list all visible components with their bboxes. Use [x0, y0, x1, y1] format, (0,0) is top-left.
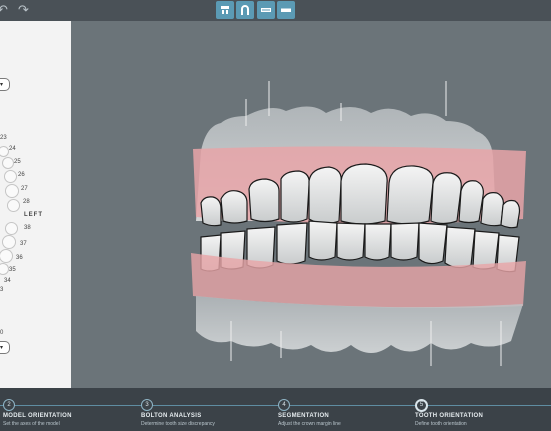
- lower-jaw-icon: [281, 8, 291, 12]
- tooth-number: 34: [4, 278, 11, 284]
- front-view-icon: [221, 6, 229, 14]
- tooth-circle[interactable]: [7, 199, 20, 212]
- step-number: 4: [278, 399, 290, 411]
- tooth-circle[interactable]: [2, 235, 16, 249]
- undo-icon[interactable]: ↶: [0, 3, 8, 17]
- step-number: 2: [3, 399, 15, 411]
- redo-icon[interactable]: ↷: [18, 3, 29, 17]
- step-title: SEGMENTATION: [278, 413, 330, 419]
- tooth-number: 37: [20, 241, 27, 247]
- arch-view-icon: [241, 5, 249, 15]
- upper-jaw-icon: [261, 8, 271, 12]
- tooth-circle[interactable]: [4, 170, 17, 183]
- lower-arch-dropdown[interactable]: ▾: [0, 341, 10, 354]
- 3d-viewport[interactable]: [71, 21, 551, 388]
- workflow-steps-bar: 2 MODEL ORIENTATION Set the axes of the …: [0, 388, 551, 431]
- step-subtitle: Define tooth orientation: [415, 421, 467, 427]
- step-title: TOOTH ORIENTATION: [415, 413, 484, 419]
- progress-line: [0, 405, 551, 406]
- lower-jaw-button[interactable]: [277, 1, 295, 19]
- tooth-number: 35: [9, 267, 16, 273]
- step-number: 3: [141, 399, 153, 411]
- tooth-number: 36: [16, 255, 23, 261]
- tooth-circle[interactable]: [5, 222, 18, 235]
- tooth-number: 38: [24, 225, 31, 231]
- chevron-down-icon: ▾: [0, 345, 4, 351]
- tooth-circle[interactable]: [0, 263, 9, 275]
- tooth-number: 0: [0, 330, 4, 336]
- tooth-circle[interactable]: [0, 146, 9, 157]
- side-label: LEFT: [24, 212, 43, 218]
- tooth-number: 24: [9, 146, 16, 152]
- tooth-circle[interactable]: [0, 249, 13, 263]
- step-subtitle: Adjust the crown margin line: [278, 421, 341, 427]
- step-title: MODEL ORIENTATION: [3, 413, 72, 419]
- tooth-number: 25: [14, 159, 21, 165]
- tooth-number: 28: [23, 199, 30, 205]
- front-view-button[interactable]: [216, 1, 234, 19]
- arch-view-button[interactable]: [236, 1, 254, 19]
- tooth-number: 3: [0, 287, 4, 293]
- step-subtitle: Set the axes of the model: [3, 421, 60, 427]
- chevron-down-icon: ▾: [0, 82, 4, 88]
- step-subtitle: Determine tooth size discrepancy: [141, 421, 215, 427]
- upper-jaw-button[interactable]: [257, 1, 275, 19]
- step-title: BOLTON ANALYSIS: [141, 413, 202, 419]
- upper-arch-dropdown[interactable]: ▾: [0, 78, 10, 91]
- tooth-number: 27: [21, 186, 28, 192]
- tooth-number: 26: [18, 172, 25, 178]
- dental-model[interactable]: [71, 21, 551, 388]
- tooth-circle[interactable]: [5, 184, 19, 198]
- tooth-circle[interactable]: [2, 157, 14, 169]
- tooth-number: 23: [0, 135, 7, 141]
- tooth-chart-panel: ▾ 23 24 25 26 27 28 LEFT 38 37 36 35 34 …: [0, 21, 71, 388]
- step-number: 5: [415, 399, 428, 412]
- top-toolbar: ↶ ↷: [0, 0, 551, 21]
